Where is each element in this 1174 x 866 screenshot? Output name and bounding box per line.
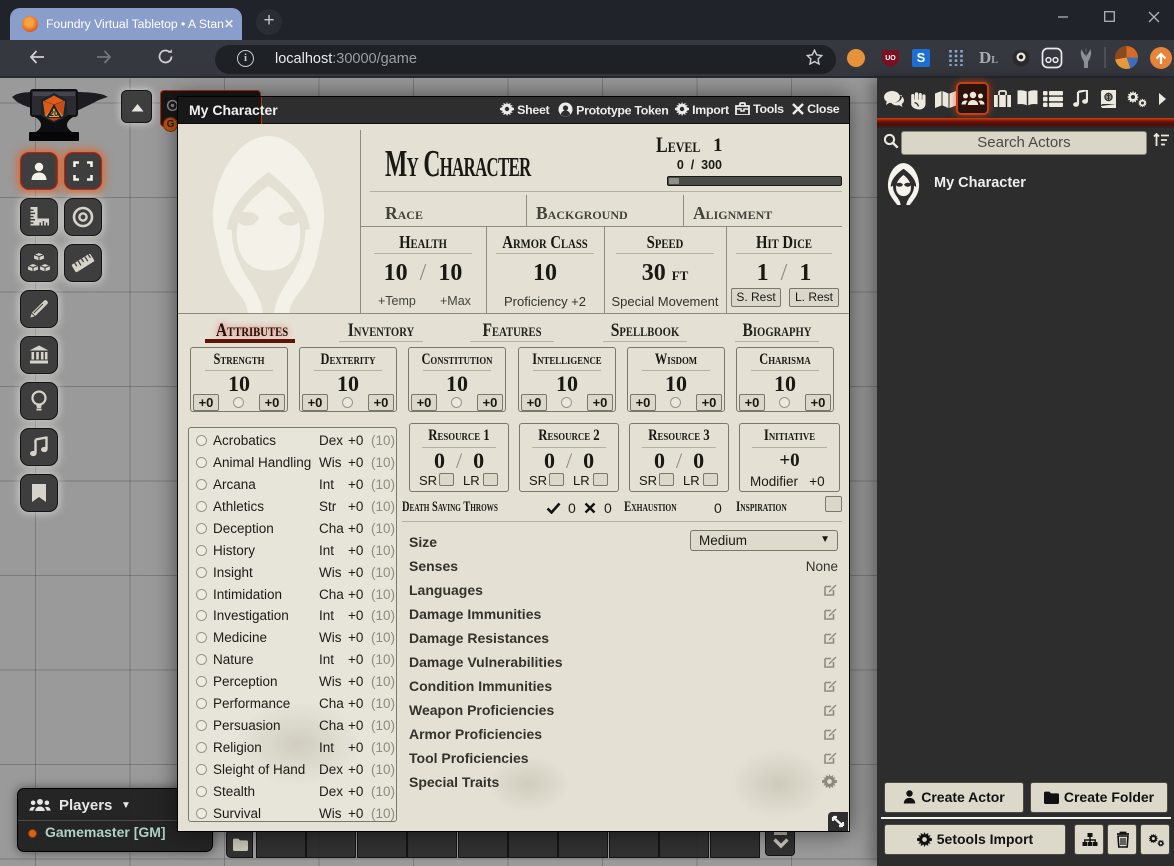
- svg-text:20: 20: [50, 109, 59, 118]
- svg-text:UO: UO: [885, 55, 896, 62]
